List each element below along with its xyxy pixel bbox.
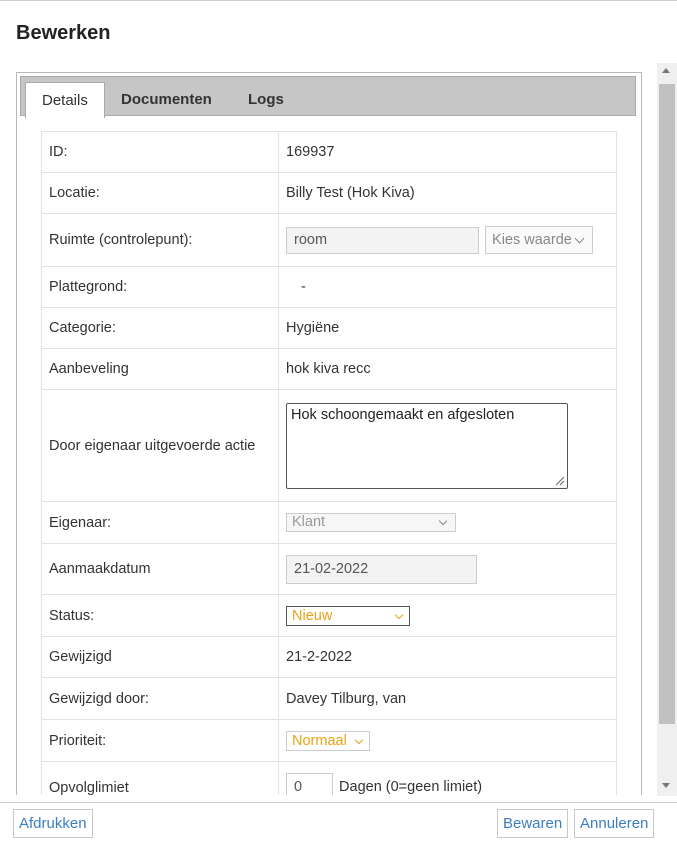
vertical-scrollbar[interactable]	[657, 63, 677, 796]
row-categorie: Categorie: Hygiëne	[41, 307, 617, 349]
row-actie: Door eigenaar uitgevoerde actie Hok scho…	[41, 389, 617, 502]
tab-logs[interactable]: Logs	[232, 82, 300, 117]
row-opvolglimiet: Opvolglimiet 0 Dagen (0=geen limiet)	[41, 761, 617, 795]
resize-handle-icon[interactable]	[555, 476, 565, 486]
prioriteit-select[interactable]: Normaal	[286, 730, 370, 751]
plattegrond-label: Plattegrond:	[41, 266, 279, 308]
cancel-button[interactable]: Annuleren	[574, 809, 655, 838]
tab-documenten[interactable]: Documenten	[105, 82, 228, 117]
eigenaar-label: Eigenaar:	[41, 501, 279, 544]
categorie-label: Categorie:	[41, 307, 279, 349]
gewijzigd-value: 21-2-2022	[278, 636, 617, 678]
chevron-down-icon	[438, 516, 448, 526]
print-button[interactable]: Afdrukken	[13, 809, 93, 838]
row-prioriteit: Prioriteit: Normaal	[41, 719, 617, 762]
gewijzigd-door-label: Gewijzigd door:	[41, 677, 279, 720]
id-label: ID:	[41, 131, 279, 173]
row-ruimte: Ruimte (controlepunt): room Kies waarde	[41, 213, 617, 267]
row-id: ID: 169937	[41, 131, 617, 173]
row-locatie: Locatie: Billy Test (Hok Kiva)	[41, 172, 617, 214]
aanmaakdatum-input[interactable]: 21-02-2022	[286, 554, 477, 584]
row-status: Status: Nieuw	[41, 594, 617, 637]
row-plattegrond: Plattegrond: -	[41, 266, 617, 308]
opvolglimiet-suffix: Dagen (0=geen limiet)	[339, 779, 483, 795]
tab-bar: Details Documenten Logs	[20, 76, 636, 118]
chevron-down-icon	[574, 233, 585, 244]
dialog-content: Details Documenten Logs ID: 169937 Locat…	[0, 62, 677, 795]
ruimte-label: Ruimte (controlepunt):	[41, 213, 279, 267]
opvolglimiet-label: Opvolglimiet	[41, 761, 279, 795]
chevron-down-icon	[354, 735, 364, 744]
dialog-title: Bewerken	[16, 22, 111, 44]
ruimte-input[interactable]: room	[286, 227, 479, 254]
actie-textarea[interactable]: Hok schoongemaakt en afgesloten	[286, 402, 568, 489]
eigenaar-select[interactable]: Klant	[286, 513, 456, 532]
scroll-down-icon[interactable]	[662, 783, 670, 788]
row-gewijzigd-door: Gewijzigd door: Davey Tilburg, van	[41, 677, 617, 720]
opvolglimiet-input[interactable]: 0	[286, 773, 333, 795]
tab-details[interactable]: Details	[25, 82, 105, 118]
id-value: 169937	[278, 131, 617, 173]
scrollbar-thumb[interactable]	[659, 84, 675, 724]
top-divider	[0, 0, 677, 1]
status-select-value: Nieuw	[292, 607, 333, 624]
aanbeveling-label: Aanbeveling	[41, 348, 279, 390]
prioriteit-label: Prioriteit:	[41, 719, 279, 762]
row-eigenaar: Eigenaar: Klant	[41, 501, 617, 544]
details-form: ID: 169937 Locatie: Billy Test (Hok Kiva…	[41, 131, 617, 795]
save-button[interactable]: Bewaren	[497, 809, 569, 838]
gewijzigd-label: Gewijzigd	[41, 636, 279, 678]
details-panel: Details Documenten Logs ID: 169937 Locat…	[16, 72, 642, 795]
aanmaakdatum-label: Aanmaakdatum	[41, 543, 279, 595]
footer-divider	[0, 802, 677, 803]
gewijzigd-door-value: Davey Tilburg, van	[278, 677, 617, 720]
row-gewijzigd: Gewijzigd 21-2-2022	[41, 636, 617, 678]
categorie-value: Hygiëne	[278, 307, 617, 349]
locatie-label: Locatie:	[41, 172, 279, 214]
status-label: Status:	[41, 594, 279, 637]
actie-label: Door eigenaar uitgevoerde actie	[41, 389, 279, 502]
scroll-up-icon[interactable]	[662, 68, 670, 73]
ruimte-select[interactable]: Kies waarde	[485, 226, 594, 254]
ruimte-select-value: Kies waarde	[492, 232, 572, 248]
aanbeveling-value: hok kiva recc	[278, 348, 617, 390]
plattegrond-value: -	[278, 266, 617, 308]
eigenaar-select-value: Klant	[292, 514, 326, 530]
row-aanmaakdatum: Aanmaakdatum 21-02-2022	[41, 543, 617, 595]
locatie-value: Billy Test (Hok Kiva)	[278, 172, 617, 214]
prioriteit-select-value: Normaal	[292, 732, 347, 749]
row-aanbeveling: Aanbeveling hok kiva recc	[41, 348, 617, 390]
status-select[interactable]: Nieuw	[286, 605, 410, 626]
actie-text: Hok schoongemaakt en afgesloten	[291, 406, 515, 423]
chevron-down-icon	[394, 610, 404, 619]
